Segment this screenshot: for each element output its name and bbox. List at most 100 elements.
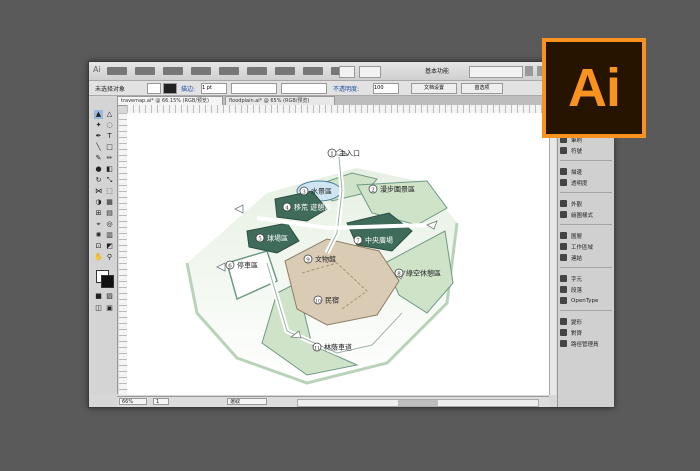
graph-tool-icon[interactable]: ▥	[105, 231, 114, 240]
draw-normal-icon[interactable]: ◫	[94, 304, 103, 313]
svg-text:5: 5	[258, 237, 262, 243]
panel-paragraph[interactable]: 段落	[560, 284, 612, 295]
panel-appearance[interactable]: 外觀	[560, 198, 612, 209]
menu-effect[interactable]	[247, 67, 267, 75]
mesh-tool-icon[interactable]: ⊞	[94, 209, 103, 218]
svg-text:綠空休憩區: 綠空休憩區	[406, 269, 441, 278]
pencil-tool-icon[interactable]: ✏	[105, 154, 114, 163]
panel-links[interactable]: 連結	[560, 252, 612, 263]
vertical-scrollbar[interactable]	[549, 113, 556, 395]
panel-transform[interactable]: 變形	[560, 316, 612, 327]
preferences-button[interactable]: 首选项	[461, 83, 503, 94]
panel-separator	[560, 160, 612, 161]
layers-icon	[560, 232, 567, 239]
perspective-grid-tool-icon[interactable]: ▦	[105, 198, 114, 207]
paintbrush-tool-icon[interactable]: ✎	[94, 154, 103, 163]
scale-tool-icon[interactable]: ⤡	[105, 176, 114, 185]
panel-pathfinder[interactable]: 路徑管理員	[560, 338, 612, 349]
panel-graphic-styles[interactable]: 繪圖樣式	[560, 209, 612, 220]
svg-text:水景區: 水景區	[311, 187, 332, 196]
free-transform-tool-icon[interactable]: ⬚	[105, 187, 114, 196]
appearance-icon	[560, 200, 567, 207]
menu-object[interactable]	[163, 67, 183, 75]
panel-separator	[560, 224, 612, 225]
panel-character[interactable]: 字元	[560, 273, 612, 284]
stroke-color-icon[interactable]	[101, 275, 114, 288]
fill-swatch[interactable]	[147, 83, 161, 94]
symbol-sprayer-tool-icon[interactable]: ✺	[94, 231, 103, 240]
gradient-tool-icon[interactable]: ▤	[105, 209, 114, 218]
lasso-tool-icon[interactable]: ◌	[105, 121, 114, 130]
shape-builder-tool-icon[interactable]: ◑	[94, 198, 103, 207]
menu-select[interactable]	[219, 67, 239, 75]
label-10: 10 民宿	[313, 296, 339, 305]
horizontal-scroll-thumb[interactable]	[398, 400, 438, 406]
slice-tool-icon[interactable]: ◩	[105, 242, 114, 251]
svg-text:文物館: 文物館	[315, 255, 336, 264]
svg-text:民宿: 民宿	[325, 296, 339, 305]
color-mode-icon[interactable]: ■	[94, 292, 103, 301]
gradient-mode-icon[interactable]: ▨	[105, 292, 114, 301]
panel-symbols[interactable]: 符號	[560, 145, 612, 156]
direct-selection-tool-icon[interactable]: △	[105, 110, 114, 119]
stroke-label[interactable]: 描边:	[181, 84, 195, 93]
label-6: 6 停車區	[225, 261, 258, 270]
illustrator-window: Ai 基本功能 未选择对象 描边: 1 pt 不透明度: 100 文档设置 首选…	[88, 61, 614, 408]
artboard-nav[interactable]: 1	[153, 398, 169, 405]
zoom-tool-icon[interactable]: ⚲	[105, 253, 114, 262]
illustrator-logo: Ai	[542, 38, 646, 138]
menu-file[interactable]	[107, 67, 127, 75]
variable-width-profile[interactable]	[231, 83, 277, 94]
menu-edit[interactable]	[135, 67, 155, 75]
eraser-tool-icon[interactable]: ◧	[105, 165, 114, 174]
stroke-swatch[interactable]	[163, 83, 177, 94]
selection-tool-icon[interactable]: ▲	[94, 110, 103, 119]
label-7: 7 中央廣場	[353, 236, 393, 245]
bridge-button[interactable]	[339, 66, 355, 78]
screen-mode-icon[interactable]: ▣	[105, 304, 114, 313]
workspace-switcher[interactable]: 基本功能	[425, 66, 449, 75]
rotate-tool-icon[interactable]: ↻	[94, 176, 103, 185]
hand-tool-icon[interactable]: ✋	[94, 253, 103, 262]
arrange-button[interactable]	[359, 66, 381, 78]
graphic-styles-icon	[560, 211, 567, 218]
minimize-button[interactable]	[525, 66, 533, 76]
artboard-canvas[interactable]: 1 主入口 2 漫步園景區 3 水景區 4 移荒 遊憩區 5 球場區 6 停車區…	[127, 113, 549, 395]
rectangle-tool-icon[interactable]: □	[105, 143, 114, 152]
stroke-weight-field[interactable]: 1 pt	[201, 83, 227, 94]
tab-document-1[interactable]: travemap.ai* @ 66.15% (RGB/预览)	[117, 96, 223, 105]
label-11: 11 林蔭車道	[312, 343, 352, 352]
menu-type[interactable]	[191, 67, 211, 75]
horizontal-scrollbar[interactable]	[297, 399, 539, 407]
panel-opentype[interactable]: OpenType	[560, 295, 612, 306]
line-tool-icon[interactable]: ╲	[94, 143, 103, 152]
blob-brush-tool-icon[interactable]: ●	[94, 165, 103, 174]
pen-tool-icon[interactable]: ✒	[94, 132, 103, 141]
svg-text:中央廣場: 中央廣場	[365, 236, 393, 245]
eyedropper-tool-icon[interactable]: ⌖	[94, 220, 103, 229]
panel-transparency[interactable]: 透明度	[560, 177, 612, 188]
panel-layers[interactable]: 圖層	[560, 230, 612, 241]
panel-stroke[interactable]: 描邊	[560, 166, 612, 177]
svg-text:林蔭車道: 林蔭車道	[324, 343, 352, 352]
blend-tool-icon[interactable]: ◎	[105, 220, 114, 229]
panel-artboards[interactable]: 工作區域	[560, 241, 612, 252]
document-setup-button[interactable]: 文档设置	[411, 83, 457, 94]
type-tool-icon[interactable]: T	[105, 132, 114, 141]
brush-definition[interactable]	[281, 83, 327, 94]
zoom-field[interactable]: 66%	[119, 398, 147, 405]
menu-window[interactable]	[303, 67, 323, 75]
tab-document-2[interactable]: floodplain.ai* @ 65% (RGB/预览)	[225, 96, 335, 105]
label-5: 5 球場區	[255, 234, 288, 243]
status-tool[interactable]: 選取	[227, 398, 267, 405]
magic-wand-tool-icon[interactable]: ✦	[94, 121, 103, 130]
menu-view[interactable]	[275, 67, 295, 75]
artboard-tool-icon[interactable]: ⊡	[94, 242, 103, 251]
width-tool-icon[interactable]: ⋈	[94, 187, 103, 196]
opacity-label[interactable]: 不透明度:	[333, 84, 359, 93]
opacity-field[interactable]: 100	[373, 83, 399, 94]
panel-separator	[560, 267, 612, 268]
search-input[interactable]	[469, 66, 523, 78]
panel-align[interactable]: 對齊	[560, 327, 612, 338]
park-map-illustration: 1 主入口 2 漫步園景區 3 水景區 4 移荒 遊憩區 5 球場區 6 停車區…	[185, 148, 459, 385]
